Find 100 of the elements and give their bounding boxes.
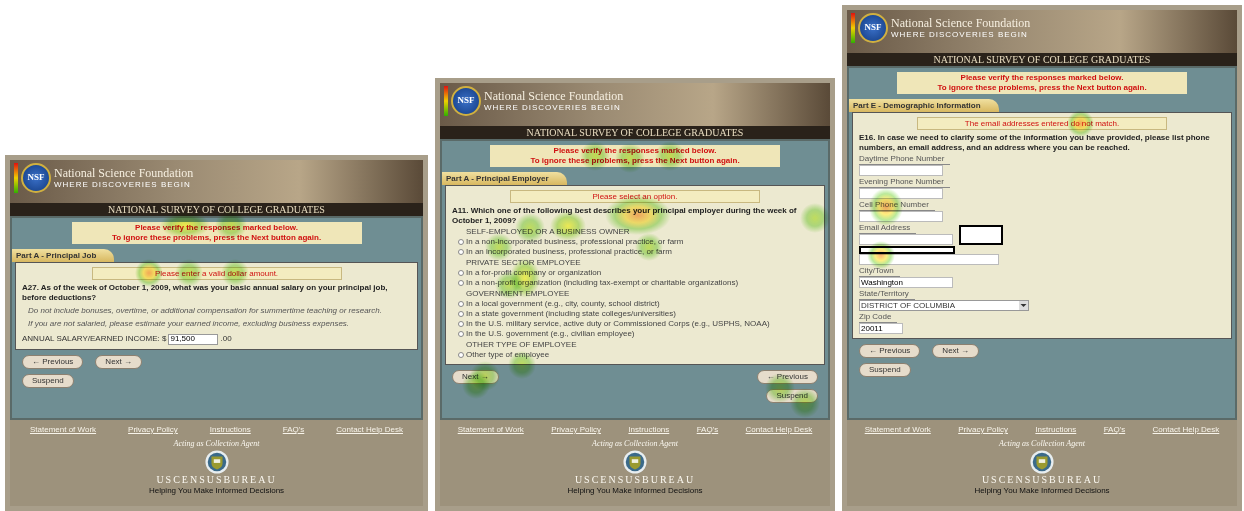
- survey-title: NATIONAL SURVEY OF COLLEGE GRADUATES: [933, 54, 1151, 65]
- survey-title: NATIONAL SURVEY OF COLLEGE GRADUATES: [108, 204, 325, 215]
- radio-label: Other type of employee: [466, 350, 550, 360]
- nsf-logo: NSF: [451, 86, 481, 116]
- agent-caption: Acting as Collection Agent: [592, 439, 678, 449]
- radio-label: In the U.S. military service, active duty or Commissioned Corps (e.g., USPHS, NOAA): [466, 319, 770, 329]
- footer-link[interactable]: Statement of Work: [864, 424, 931, 436]
- footer-link[interactable]: FAQ's: [282, 424, 305, 436]
- group-heading: GOVERNMENT EMPLOYEE: [466, 289, 571, 299]
- radio-button[interactable]: [458, 239, 464, 245]
- input-field[interactable]: [859, 234, 953, 245]
- census-seal-icon: [1030, 450, 1054, 474]
- input-field[interactable]: 20011: [859, 323, 903, 334]
- input-field[interactable]: [859, 254, 999, 265]
- form-button[interactable]: Suspend: [859, 363, 911, 377]
- footer-link[interactable]: Privacy Policy: [551, 424, 601, 436]
- form-button[interactable]: Next →: [932, 344, 980, 358]
- org-tagline: WHERE DISCOVERIES BEGIN: [484, 104, 622, 112]
- state-dropdown[interactable]: DISTRICT OF COLUMBIA: [859, 300, 1029, 311]
- radio-label: In an incorporated business, professional practice, or farm: [466, 247, 672, 257]
- radio-button[interactable]: [458, 270, 464, 276]
- survey-title: NATIONAL SURVEY OF COLLEGE GRADUATES: [526, 127, 744, 138]
- heatmap-spot: [1067, 110, 1094, 137]
- footer-link[interactable]: Instructions: [209, 424, 251, 436]
- question-text: A11. Which one of the following best describes your principal employer during the week of October 1, 2009?: [452, 206, 798, 226]
- census-seal-icon: [623, 450, 647, 474]
- radio-label: In a state government (including state colleges/universities): [466, 309, 676, 319]
- radio-button[interactable]: [458, 249, 464, 255]
- agency-motto: Helping You Make Informed Decisions: [974, 486, 1110, 496]
- census-seal-icon: [204, 450, 229, 474]
- income-label: ANNUAL SALARY/EARNED INCOME: $: [22, 333, 167, 345]
- footer-link[interactable]: Privacy Policy: [128, 424, 178, 436]
- input-field[interactable]: [859, 165, 943, 176]
- footer-link[interactable]: Instructions: [628, 424, 670, 436]
- error-box: The email addresses entered do not match.: [917, 117, 1167, 130]
- form-button[interactable]: ← Previous: [859, 344, 921, 358]
- income-suffix: .00: [220, 333, 232, 345]
- alert-text: Please verify the responses marked below.: [553, 146, 717, 156]
- form-button[interactable]: Suspend: [766, 389, 818, 403]
- input-field[interactable]: [859, 188, 943, 199]
- agent-caption: Acting as Collection Agent: [173, 439, 260, 449]
- footer-link[interactable]: FAQ's: [696, 424, 719, 436]
- org-name: National Science Foundation: [891, 17, 1031, 29]
- org-name: National Science Foundation: [54, 167, 194, 179]
- agency-wordmark: USCENSUSBUREAU: [981, 474, 1103, 486]
- agent-caption: Acting as Collection Agent: [999, 439, 1085, 449]
- question-text: A27. As of the week of October 1, 2009, what was your basic annual salary on your principal job, before deductions?: [22, 283, 389, 303]
- alert-text: To ignore these problems, press the Next button again.: [937, 83, 1147, 93]
- question-text: E16. In case we need to clarify some of the information you have provided, please list phone numbers, an email address, and an address where you can be reached.: [859, 133, 1211, 153]
- input-field[interactable]: Washington: [859, 277, 953, 288]
- radio-button[interactable]: [458, 280, 464, 286]
- footer-link[interactable]: FAQ's: [1103, 424, 1126, 436]
- radio-button[interactable]: [458, 311, 464, 317]
- footer-link[interactable]: Privacy Policy: [958, 424, 1008, 436]
- radio-button[interactable]: [458, 352, 464, 358]
- redaction-box: [959, 225, 1003, 245]
- alert-text: To ignore these problems, press the Next button again.: [530, 156, 740, 166]
- form-button[interactable]: Suspend: [22, 374, 74, 388]
- footer-link[interactable]: Statement of Work: [30, 424, 97, 436]
- input-field[interactable]: [859, 211, 943, 222]
- footer-link[interactable]: Contact Help Desk: [1152, 424, 1220, 436]
- footer-link[interactable]: Contact Help Desk: [745, 424, 813, 436]
- radio-label: In the U.S. government (e.g., civilian employee): [466, 329, 635, 339]
- agency-wordmark: USCENSUSBUREAU: [156, 474, 277, 486]
- error-box: Please enter a valid dollar amount.: [91, 267, 342, 280]
- form-button[interactable]: ← Previous: [756, 370, 818, 384]
- nsf-logo: NSF: [21, 163, 51, 193]
- heatmap-spot: [462, 371, 490, 399]
- heat-scale-legend: [14, 163, 18, 193]
- group-heading: PRIVATE SECTOR EMPLOYEE: [466, 258, 582, 268]
- footer-link[interactable]: Instructions: [1035, 424, 1077, 436]
- instruction-note: If you are not salaried, please estimate your earned income, excluding business expenses.: [28, 319, 351, 329]
- agency-motto: Helping You Make Informed Decisions: [148, 486, 285, 496]
- heat-scale-legend: [851, 13, 855, 43]
- heatmap-spot: [800, 203, 830, 233]
- agency-wordmark: USCENSUSBUREAU: [574, 474, 696, 486]
- form-button[interactable]: Next →: [452, 370, 499, 384]
- group-heading: SELF-EMPLOYED OR A BUSINESS OWNER: [466, 227, 631, 237]
- footer-link[interactable]: Statement of Work: [457, 424, 524, 436]
- heatmap-spot: [867, 241, 895, 269]
- form-button[interactable]: Next →: [95, 355, 143, 369]
- income-field[interactable]: 91,500: [168, 333, 219, 345]
- alert-text: Please verify the responses marked below.: [135, 223, 298, 233]
- alert-text: Please verify the responses marked below.: [960, 73, 1124, 83]
- org-name: National Science Foundation: [484, 90, 624, 102]
- footer-link[interactable]: Contact Help Desk: [336, 424, 403, 436]
- radio-button[interactable]: [458, 321, 464, 327]
- caret-icon: [1019, 301, 1028, 310]
- org-tagline: WHERE DISCOVERIES BEGIN: [891, 31, 1029, 39]
- nsf-logo: NSF: [858, 13, 888, 43]
- form-button[interactable]: ← Previous: [22, 355, 84, 369]
- instruction-note: Do not include bonuses, overtime, or additional compensation for summertime teaching or research.: [28, 306, 383, 316]
- radio-button[interactable]: [458, 331, 464, 337]
- radio-button[interactable]: [458, 301, 464, 307]
- alert-text: To ignore these problems, press the Next button again.: [111, 233, 322, 243]
- org-tagline: WHERE DISCOVERIES BEGIN: [54, 181, 192, 189]
- agency-motto: Helping You Make Informed Decisions: [567, 486, 703, 496]
- radio-label: In a local government (e.g., city, county, school district): [466, 299, 660, 309]
- heat-scale-legend: [444, 86, 448, 116]
- radio-label: In a non-incorporated business, professional practice, or farm: [466, 237, 684, 247]
